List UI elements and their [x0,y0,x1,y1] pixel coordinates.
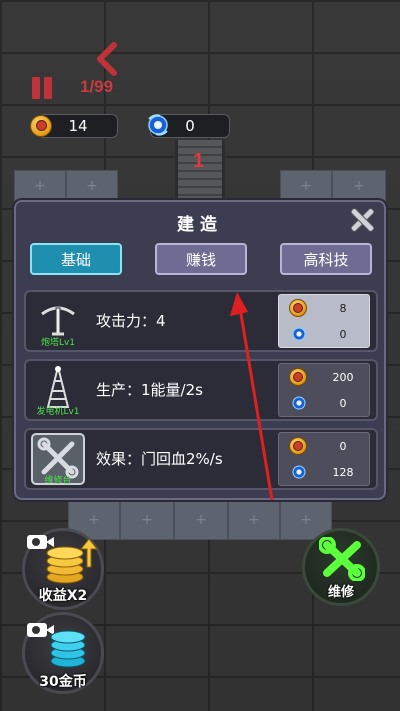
map-tile[interactable] [120,500,174,540]
income-x2-button[interactable]: 收益X2 [22,528,104,610]
close-icon[interactable] [350,208,374,232]
panel-title: 建造 [177,215,223,235]
income-x2-label: 收益X2 [38,588,88,604]
coins-30-label: 30金币 [39,674,87,690]
tab-earn-money[interactable]: 赚钱 [155,243,247,275]
tab-basic[interactable]: 基础 [30,243,122,275]
cost-box[interactable]: 200 0 [278,363,370,417]
map-tile[interactable] [332,170,386,202]
energy-count: 0 [185,117,195,135]
cost-box[interactable]: 8 0 [278,294,370,348]
coin-stack-icon [50,630,86,668]
energy-cost: 0 [339,397,347,410]
energy-gear-icon [148,114,168,136]
coin-icon [289,437,307,455]
map-tile[interactable] [228,500,280,540]
energy-cost: 128 [332,466,354,479]
energy-cost: 0 [339,328,347,341]
item-name: 维修台 [44,476,72,486]
map-tile[interactable] [280,170,332,202]
back-arrow-icon[interactable] [92,42,122,76]
energy-gear-icon [292,396,306,410]
item-effect: 效果：门回血2%/s [96,450,223,468]
energy-gear-icon [292,465,306,479]
video-ad-icon [27,623,54,637]
repair-button[interactable]: 维修 [302,528,380,606]
tab-high-tech[interactable]: 高科技 [280,243,372,275]
item-name: 炮塔Lv1 [40,338,76,348]
energy-gear-icon [292,327,306,341]
map-tile[interactable] [14,170,66,202]
coin-cost: 8 [339,302,347,315]
coin-count: 14 [68,117,88,135]
pause-button[interactable] [30,77,56,99]
build-item-generator[interactable]: 发电机Lv1 生产：1能量/2s 200 0 [24,359,378,421]
pause-bar-left [32,77,40,99]
item-effect: 攻击力：4 [96,312,166,330]
cost-box[interactable]: 0 128 [278,432,370,486]
gate-number: 1 [193,150,205,172]
repair-label: 维修 [327,585,354,600]
coin-stack-icon [46,538,97,584]
wave-counter: 1/99 [80,77,114,96]
coin-icon [289,368,307,386]
wrench-icon [319,537,365,581]
coin-cost: 0 [339,440,347,453]
item-effect: 生产：1能量/2s [96,381,203,399]
map-tile[interactable] [66,170,118,202]
build-panel: 建造 基础 赚钱 高科技 炮塔Lv1 攻击力：4 8 0 发电机Lv1 生产：1… [14,200,386,500]
pause-bar-right [44,77,52,99]
get-30-coins-button[interactable]: 30金币 [22,612,104,694]
map-tile[interactable] [174,500,228,540]
item-name: 发电机Lv1 [36,407,80,417]
coin-icon [30,115,52,137]
build-item-turret[interactable]: 炮塔Lv1 攻击力：4 8 0 [24,290,378,352]
build-item-repair-station[interactable]: 维修台 效果：门回血2%/s 0 128 [24,428,378,490]
coin-icon [289,299,307,317]
coin-cost: 200 [332,371,354,384]
